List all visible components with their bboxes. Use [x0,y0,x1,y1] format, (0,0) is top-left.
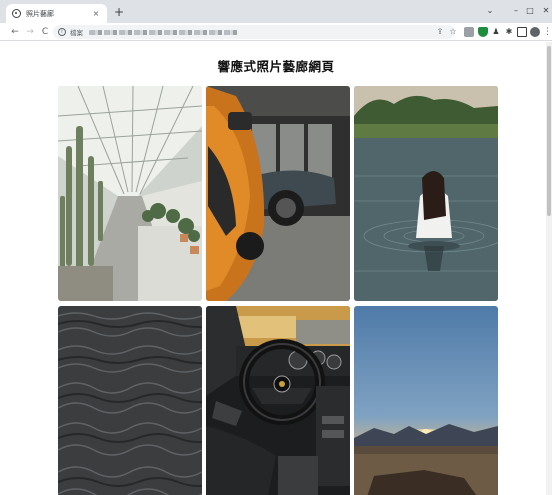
reload-button[interactable]: C [39,26,51,38]
page-viewport: 響應式照片藝廊網頁 [6,42,546,495]
ocean-water-image [58,306,202,495]
gallery-photo-interior[interactable] [206,306,350,495]
new-tab-button[interactable]: + [113,6,125,18]
scrollbar-thumb[interactable] [547,46,551,216]
address-bar[interactable]: i 檔案 [53,25,455,39]
sunset-mountains-image [354,306,498,495]
tab-title: 照片藝廊 [26,9,54,18]
tab-strip: 照片藝廊 × + ⌄ – □ ✕ [0,0,552,23]
bookmark-star-icon[interactable]: ☆ [447,26,459,38]
site-info-icon[interactable]: i [58,28,66,36]
gallery-photo-ocean[interactable] [58,306,202,495]
person-extension-icon[interactable]: ♟ [491,27,501,37]
gallery-photo-lake[interactable] [354,86,498,301]
tab-search-button[interactable]: ⌄ [480,4,500,18]
forward-button[interactable]: → [24,26,36,38]
favicon-icon [12,9,21,18]
shield-extension-icon[interactable] [478,27,488,37]
close-window-button[interactable]: ✕ [536,4,552,18]
gallery-photo-sunset[interactable] [354,306,498,495]
extension-icon[interactable] [464,27,474,37]
browser-window: 照片藝廊 × + ⌄ – □ ✕ ← → C i 檔案 ⇪ ☆ ♟ ✱ ⋮ 響應… [0,0,552,495]
car-interior-image [206,306,350,495]
browser-toolbar: ← → C i 檔案 ⇪ ☆ ♟ ✱ ⋮ [0,23,552,41]
gallery-photo-car[interactable] [206,86,350,301]
browser-menu-button[interactable]: ⋮ [543,26,552,38]
profile-avatar-icon[interactable] [530,27,540,37]
page-scrollbar[interactable] [546,42,552,495]
share-icon[interactable]: ⇪ [434,26,446,38]
greenhouse-image [58,86,202,301]
url-scheme-label: 檔案 [70,29,83,37]
gallery-photo-greenhouse[interactable] [58,86,202,301]
orange-car-image [206,86,350,301]
url-text-redacted [89,29,239,35]
tab-close-button[interactable]: × [91,9,101,19]
browser-tab[interactable]: 照片藝廊 × [6,4,107,23]
page-title: 響應式照片藝廊網頁 [217,59,335,74]
side-panel-icon[interactable] [517,27,527,37]
back-button[interactable]: ← [9,26,21,38]
puzzle-extensions-icon[interactable]: ✱ [504,27,514,37]
woman-in-lake-image [354,86,498,301]
